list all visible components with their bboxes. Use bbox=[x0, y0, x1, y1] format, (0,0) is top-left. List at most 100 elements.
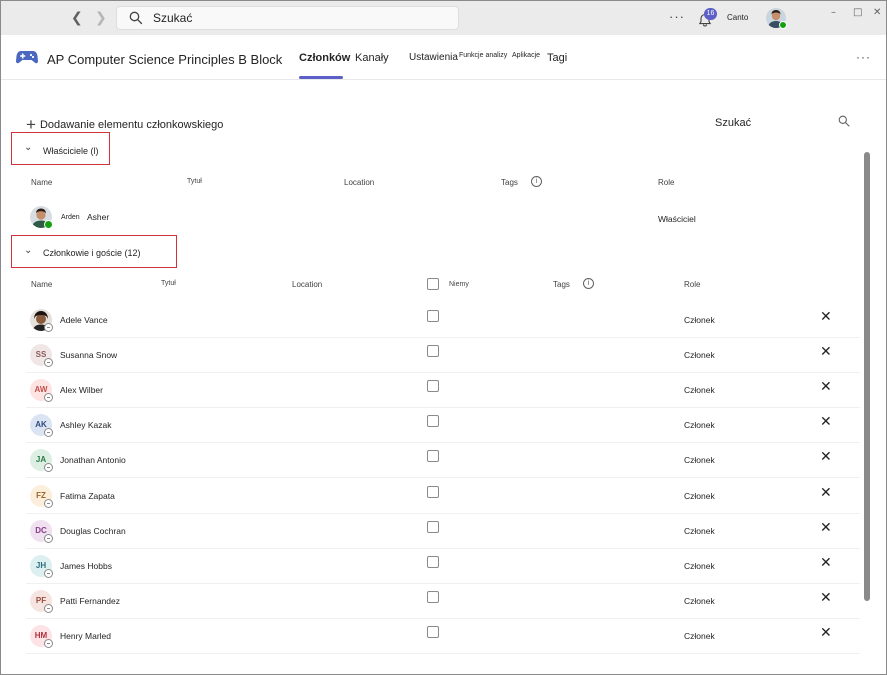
owner-col-location[interactable]: Location bbox=[344, 178, 374, 187]
offline-status-icon bbox=[44, 358, 53, 367]
member-search-input[interactable]: Szukać bbox=[715, 117, 751, 129]
table-row[interactable]: JA Jonathan Antonio Członek ✕ bbox=[26, 443, 860, 478]
remove-member-icon[interactable]: ✕ bbox=[820, 310, 832, 324]
table-row[interactable]: DC Douglas Cochran Członek ✕ bbox=[26, 514, 860, 549]
member-name: Jonathan Antonio bbox=[60, 455, 126, 465]
member-role[interactable]: Członek bbox=[684, 631, 715, 641]
mute-checkbox[interactable] bbox=[427, 486, 439, 498]
vertical-scrollbar[interactable] bbox=[864, 152, 870, 601]
mute-checkbox[interactable] bbox=[427, 626, 439, 638]
forward-arrow-icon[interactable]: ❯ bbox=[95, 10, 107, 26]
table-row[interactable]: AK Ashley Kazak Członek ✕ bbox=[26, 408, 860, 443]
info-icon[interactable]: i bbox=[531, 176, 542, 187]
tab-channels[interactable]: Kanały bbox=[355, 52, 389, 64]
table-row[interactable]: JH James Hobbs Członek ✕ bbox=[26, 549, 860, 584]
mute-checkbox[interactable] bbox=[427, 345, 439, 357]
search-icon[interactable] bbox=[838, 115, 850, 127]
maximize-icon[interactable]: □ bbox=[853, 7, 862, 18]
add-member-button[interactable]: + Dodawanie elementu członkowskiego bbox=[26, 113, 224, 134]
members-section-header[interactable]: Członkowie i goście (12) bbox=[43, 248, 141, 258]
owner-col-tags[interactable]: Tags bbox=[501, 178, 518, 187]
remove-member-icon[interactable]: ✕ bbox=[820, 626, 832, 640]
owner-col-role[interactable]: Role bbox=[658, 178, 674, 187]
member-role[interactable]: Członek bbox=[684, 491, 715, 501]
org-name[interactable]: Canto bbox=[727, 13, 748, 22]
member-col-tags[interactable]: Tags bbox=[553, 280, 570, 289]
remove-member-icon[interactable]: ✕ bbox=[820, 345, 832, 359]
offline-status-icon bbox=[44, 569, 53, 578]
search-icon bbox=[129, 11, 143, 25]
member-name: James Hobbs bbox=[60, 561, 112, 571]
owner-row[interactable]: Arden Asher Właściciel bbox=[26, 200, 860, 235]
offline-status-icon bbox=[44, 393, 53, 402]
remove-member-icon[interactable]: ✕ bbox=[820, 380, 832, 394]
member-role[interactable]: Członek bbox=[684, 385, 715, 395]
remove-member-icon[interactable]: ✕ bbox=[820, 556, 832, 570]
table-row[interactable]: FZ Fatima Zapata Członek ✕ bbox=[26, 479, 860, 514]
remove-member-icon[interactable]: ✕ bbox=[820, 486, 832, 500]
remove-member-icon[interactable]: ✕ bbox=[820, 450, 832, 464]
mute-checkbox[interactable] bbox=[427, 521, 439, 533]
chevron-down-icon[interactable]: ⌄ bbox=[24, 142, 32, 153]
member-name: Ashley Kazak bbox=[60, 420, 112, 430]
title-bar: ❮ ❯ Szukać ··· 16 Canto – □ ✕ bbox=[1, 1, 886, 35]
back-arrow-icon[interactable]: ❮ bbox=[71, 10, 83, 26]
offline-status-icon bbox=[44, 323, 53, 332]
add-member-label: Dodawanie elementu członkowskiego bbox=[39, 119, 224, 131]
table-row[interactable]: AW Alex Wilber Członek ✕ bbox=[26, 373, 860, 408]
owners-section-header[interactable]: Właściciele (l) bbox=[43, 146, 99, 156]
tab-settings[interactable]: Ustawienia bbox=[409, 52, 458, 63]
member-role[interactable]: Członek bbox=[684, 350, 715, 360]
offline-status-icon bbox=[44, 428, 53, 437]
global-search-text: Szukać bbox=[153, 11, 193, 25]
more-options-button[interactable]: ··· bbox=[669, 9, 685, 24]
mute-checkbox[interactable] bbox=[427, 380, 439, 392]
info-icon[interactable]: i bbox=[583, 278, 594, 289]
mute-checkbox[interactable] bbox=[427, 450, 439, 462]
mute-checkbox[interactable] bbox=[427, 310, 439, 322]
active-tab-indicator bbox=[299, 76, 343, 79]
remove-member-icon[interactable]: ✕ bbox=[820, 591, 832, 605]
member-col-title[interactable]: Tytuł bbox=[161, 280, 176, 287]
tab-apps[interactable]: Aplikacje bbox=[512, 52, 540, 59]
member-role[interactable]: Członek bbox=[684, 561, 715, 571]
offline-status-icon bbox=[44, 499, 53, 508]
close-icon[interactable]: ✕ bbox=[873, 7, 881, 18]
offline-status-icon bbox=[44, 463, 53, 472]
tab-analytics[interactable]: Funkcje analizy bbox=[459, 52, 507, 59]
tab-tags[interactable]: Tagi bbox=[547, 52, 567, 64]
table-row[interactable]: HM Henry Marled Członek ✕ bbox=[26, 619, 860, 654]
owner-role[interactable]: Właściciel bbox=[658, 214, 696, 224]
member-role[interactable]: Członek bbox=[684, 455, 715, 465]
mute-all-checkbox[interactable] bbox=[427, 278, 439, 290]
table-row[interactable]: SS Susanna Snow Członek ✕ bbox=[26, 338, 860, 373]
member-role[interactable]: Członek bbox=[684, 526, 715, 536]
member-role[interactable]: Członek bbox=[684, 315, 715, 325]
global-search-input[interactable]: Szukać bbox=[116, 6, 459, 30]
remove-member-icon[interactable]: ✕ bbox=[820, 415, 832, 429]
minimize-icon[interactable]: – bbox=[831, 7, 836, 18]
member-role[interactable]: Członek bbox=[684, 420, 715, 430]
offline-status-icon bbox=[44, 604, 53, 613]
member-col-name[interactable]: Name bbox=[31, 280, 52, 289]
chevron-down-icon[interactable]: ⌄ bbox=[24, 245, 32, 256]
mute-checkbox[interactable] bbox=[427, 556, 439, 568]
mute-checkbox[interactable] bbox=[427, 415, 439, 427]
member-name: Susanna Snow bbox=[60, 350, 118, 360]
owner-last-name: Asher bbox=[87, 212, 110, 222]
table-row[interactable]: PF Patti Fernandez Członek ✕ bbox=[26, 584, 860, 619]
team-header: AP Computer Science Principles B Block C… bbox=[1, 35, 886, 80]
team-more-button[interactable]: ··· bbox=[856, 50, 871, 64]
member-role[interactable]: Członek bbox=[684, 596, 715, 606]
member-col-role[interactable]: Role bbox=[684, 280, 700, 289]
table-row[interactable]: Adele Vance Członek ✕ bbox=[26, 303, 860, 338]
remove-member-icon[interactable]: ✕ bbox=[820, 521, 832, 535]
owner-col-name[interactable]: Name bbox=[31, 178, 52, 187]
notification-badge: 16 bbox=[704, 8, 717, 20]
tab-members[interactable]: Członków bbox=[299, 52, 350, 64]
member-col-location[interactable]: Location bbox=[292, 280, 322, 289]
mute-checkbox[interactable] bbox=[427, 591, 439, 603]
owner-first-name: Arden bbox=[61, 214, 80, 221]
member-col-mute[interactable]: Niemy bbox=[449, 281, 469, 288]
owner-col-title[interactable]: Tytuł bbox=[187, 178, 202, 185]
